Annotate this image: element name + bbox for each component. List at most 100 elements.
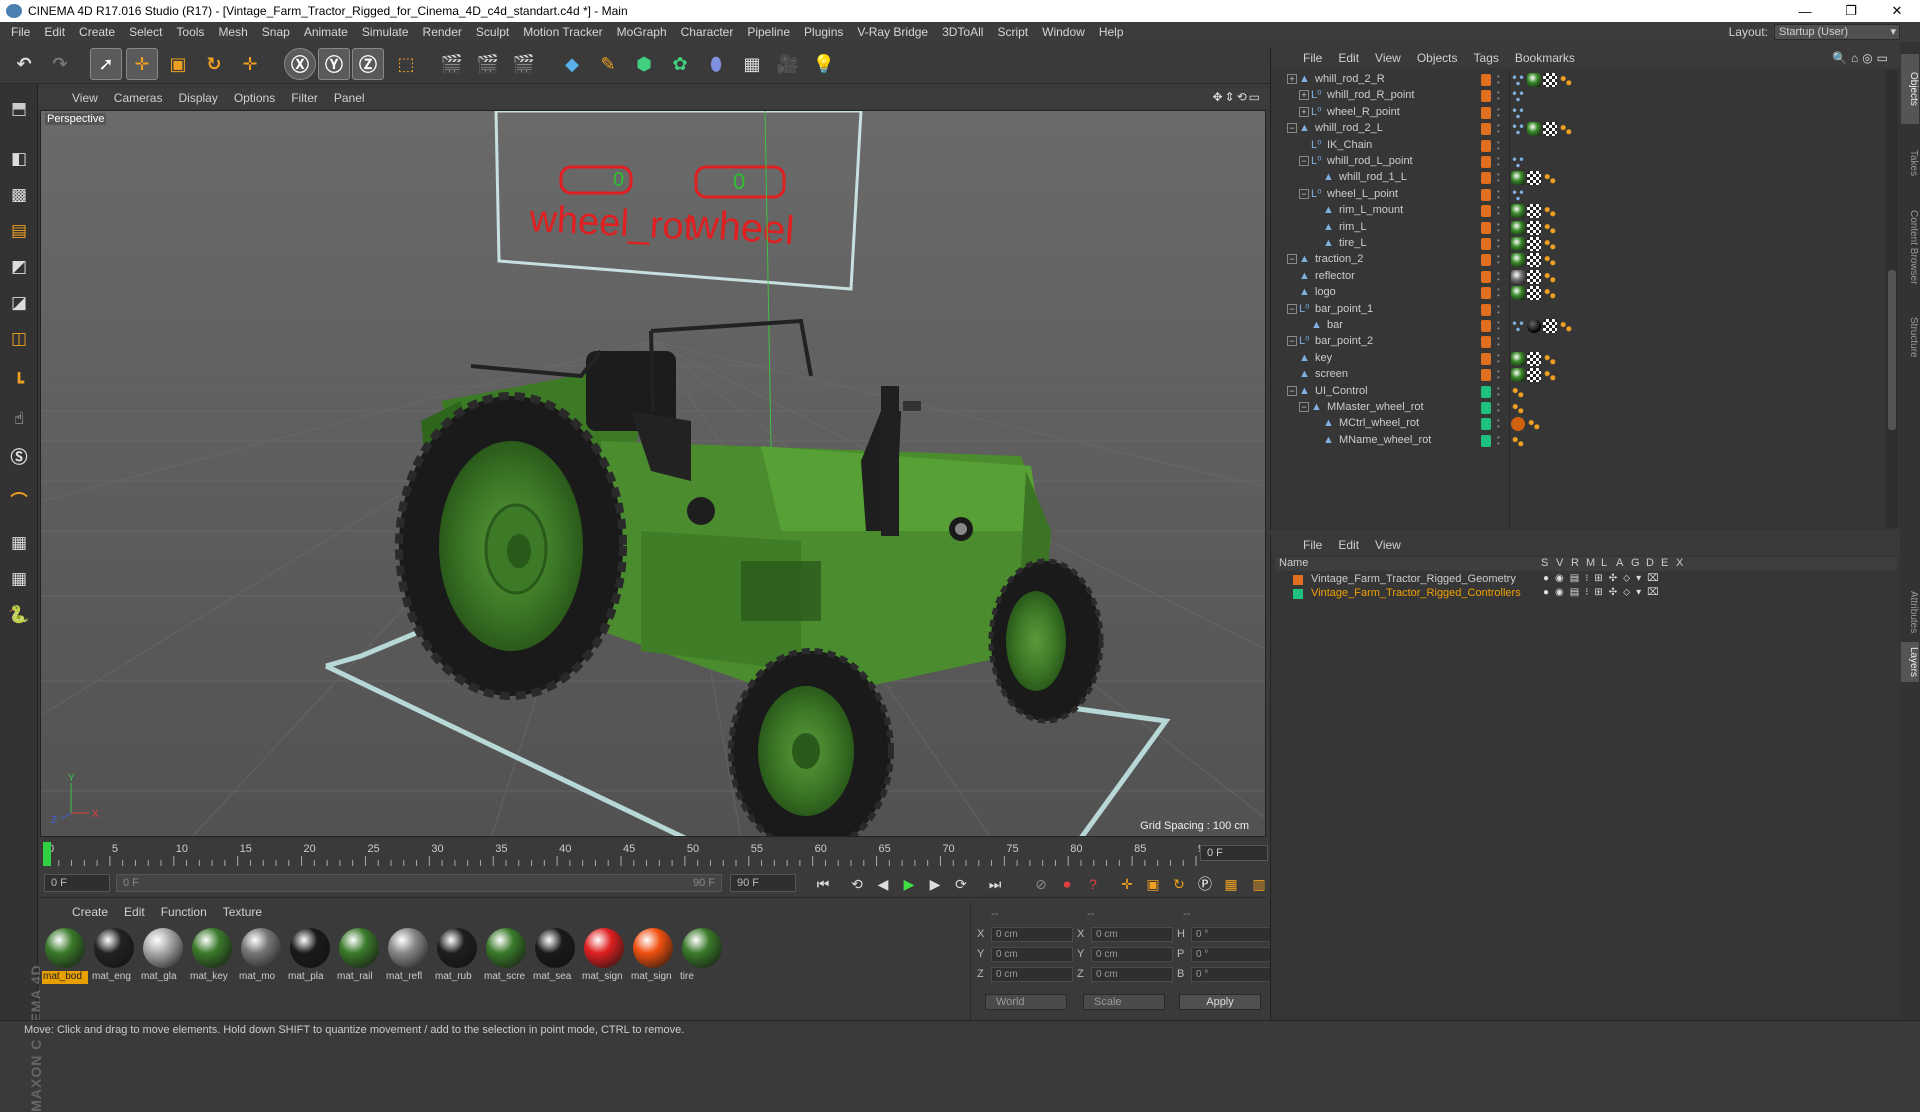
- material-menu-create[interactable]: Create: [64, 905, 116, 919]
- tweak-mode-icon[interactable]: ☝: [4, 404, 34, 434]
- visibility-dots-icon[interactable]: • •: [1497, 368, 1501, 382]
- tag-green-icon[interactable]: [1527, 122, 1541, 137]
- material-swatch[interactable]: mat_sea: [532, 926, 578, 986]
- menu-mesh[interactable]: Mesh: [211, 25, 254, 39]
- visibility-dots-icon[interactable]: • •: [1497, 73, 1501, 87]
- tag-orange-icon[interactable]: [1543, 253, 1557, 268]
- magnet-icon[interactable]: ⌒: [4, 484, 34, 514]
- tag-check-icon[interactable]: [1543, 73, 1557, 87]
- visibility-dots-icon[interactable]: • •: [1497, 171, 1501, 185]
- layer-color-swatch[interactable]: [1481, 369, 1491, 382]
- previous-key-icon[interactable]: ⟲: [846, 873, 868, 895]
- menu-create[interactable]: Create: [72, 25, 122, 39]
- layer-column-l[interactable]: L: [1601, 557, 1607, 569]
- object-menu-bookmarks[interactable]: Bookmarks: [1507, 51, 1583, 65]
- visibility-dots-icon[interactable]: • •: [1497, 89, 1501, 103]
- floor-icon[interactable]: ▦: [736, 48, 768, 80]
- layer-color-swatch[interactable]: [1481, 352, 1491, 365]
- tag-black-icon[interactable]: [1527, 319, 1541, 333]
- viewport-nav-icons[interactable]: ✥⇕⟲▭: [1212, 90, 1262, 104]
- coordinate-value-field[interactable]: 0 °: [1191, 926, 1273, 942]
- side-tab-structure[interactable]: Structure: [1901, 302, 1919, 372]
- layer-toggle-icons[interactable]: ●◉▤⁝⊞✣⬦▾⌧: [1543, 587, 1665, 598]
- visibility-dots-icon[interactable]: • •: [1497, 122, 1501, 136]
- viewport-menu-options[interactable]: Options: [226, 91, 283, 105]
- menu-animate[interactable]: Animate: [297, 25, 355, 39]
- layer-color-swatch[interactable]: [1481, 320, 1491, 332]
- expand-toggle-icon[interactable]: −: [1287, 123, 1297, 134]
- visibility-dots-icon[interactable]: • •: [1497, 351, 1501, 365]
- coordinate-value-field[interactable]: 0 cm: [991, 926, 1073, 942]
- material-swatch[interactable]: mat_sign: [581, 926, 627, 986]
- tag-orange-icon[interactable]: [1559, 122, 1573, 137]
- menu-simulate[interactable]: Simulate: [355, 25, 416, 39]
- expand-toggle-icon[interactable]: −: [1299, 156, 1309, 166]
- layer-color-swatch[interactable]: [1481, 172, 1491, 185]
- coordinate-value-field[interactable]: 0 cm: [1091, 946, 1173, 962]
- tag-green-icon[interactable]: [1511, 220, 1525, 235]
- menu-select[interactable]: Select: [122, 25, 169, 39]
- expand-toggle-icon[interactable]: −: [1287, 254, 1297, 265]
- coordinate-value-field[interactable]: 0 cm: [1091, 966, 1173, 982]
- object-row[interactable]: ▲ MName_wheel_rot • •: [1271, 431, 1883, 451]
- object-menu-file[interactable]: File: [1295, 51, 1330, 65]
- layer-menu-file[interactable]: File: [1295, 538, 1330, 552]
- visibility-dots-icon[interactable]: • •: [1497, 187, 1501, 201]
- object-menu-objects[interactable]: Objects: [1409, 51, 1466, 65]
- key-parameter-icon[interactable]: Ⓟ: [1194, 873, 1216, 895]
- menu-mograph[interactable]: MoGraph: [610, 25, 674, 39]
- apply-button[interactable]: Apply: [1179, 994, 1261, 1010]
- edges-mode-icon[interactable]: ◪: [4, 288, 34, 318]
- menu-pipeline[interactable]: Pipeline: [740, 25, 797, 39]
- render-view-icon[interactable]: 🎬: [436, 48, 468, 80]
- layer-color-swatch[interactable]: [1481, 156, 1491, 168]
- texture-mode-icon[interactable]: ▩: [4, 180, 34, 210]
- tag-green-icon[interactable]: [1511, 237, 1525, 251]
- tag-green-icon[interactable]: [1511, 286, 1525, 301]
- coordinate-value-field[interactable]: 0 °: [1191, 966, 1273, 982]
- tag-orange-icon[interactable]: [1543, 368, 1557, 383]
- material-swatch[interactable]: mat_rail: [336, 926, 382, 986]
- lock-workplane-icon[interactable]: ▦: [4, 528, 34, 558]
- key-rotation-icon[interactable]: ↻: [1168, 873, 1190, 895]
- layer-color-swatch[interactable]: [1481, 434, 1491, 447]
- tag-check-icon[interactable]: [1527, 237, 1541, 251]
- tag-check-icon[interactable]: [1543, 319, 1557, 333]
- tag-dots-icon[interactable]: [1511, 73, 1525, 87]
- tag-green-icon[interactable]: [1511, 204, 1525, 219]
- layer-menu-view[interactable]: View: [1367, 538, 1409, 552]
- points-mode-icon[interactable]: ◩: [4, 252, 34, 282]
- visibility-dots-icon[interactable]: • •: [1497, 204, 1501, 218]
- record-keys-disabled-icon[interactable]: ⊘: [1030, 873, 1052, 895]
- tag-check-icon[interactable]: [1527, 351, 1541, 366]
- expand-toggle-icon[interactable]: +: [1299, 106, 1309, 117]
- polygons-mode-icon[interactable]: ◫: [4, 324, 34, 354]
- layer-column-m[interactable]: M: [1586, 557, 1595, 569]
- tag-check-icon[interactable]: [1527, 368, 1541, 383]
- make-editable-icon[interactable]: ⬒: [4, 94, 34, 124]
- menu-window[interactable]: Window: [1035, 25, 1092, 39]
- tag-dots-icon[interactable]: [1511, 155, 1525, 169]
- visibility-dots-icon[interactable]: • •: [1497, 302, 1501, 316]
- viewport-menu-cameras[interactable]: Cameras: [106, 91, 171, 105]
- layer-color-swatch[interactable]: [1481, 402, 1491, 414]
- tag-orange-icon[interactable]: [1559, 319, 1573, 333]
- visibility-dots-icon[interactable]: • •: [1497, 155, 1501, 169]
- layer-color-swatch[interactable]: [1481, 287, 1491, 300]
- layer-color-swatch[interactable]: [1481, 418, 1491, 431]
- menu-snap[interactable]: Snap: [255, 25, 297, 39]
- visibility-dots-icon[interactable]: • •: [1497, 220, 1501, 234]
- tag-orange-icon[interactable]: [1527, 417, 1541, 432]
- python-icon[interactable]: 🐍: [4, 600, 34, 630]
- menu-sculpt[interactable]: Sculpt: [469, 25, 516, 39]
- side-tab-takes[interactable]: Takes: [1901, 138, 1919, 188]
- layer-color-swatch[interactable]: [1481, 238, 1491, 250]
- minimize-button[interactable]: —: [1782, 0, 1828, 22]
- material-swatch[interactable]: mat_rub: [434, 926, 480, 986]
- tag-green-icon[interactable]: [1511, 351, 1525, 366]
- expand-toggle-icon[interactable]: −: [1287, 385, 1297, 396]
- tag-green-icon[interactable]: [1511, 171, 1525, 186]
- menu-render[interactable]: Render: [416, 25, 469, 39]
- visibility-dots-icon[interactable]: • •: [1497, 105, 1501, 119]
- z-axis-lock-icon[interactable]: Ⓩ: [352, 48, 384, 80]
